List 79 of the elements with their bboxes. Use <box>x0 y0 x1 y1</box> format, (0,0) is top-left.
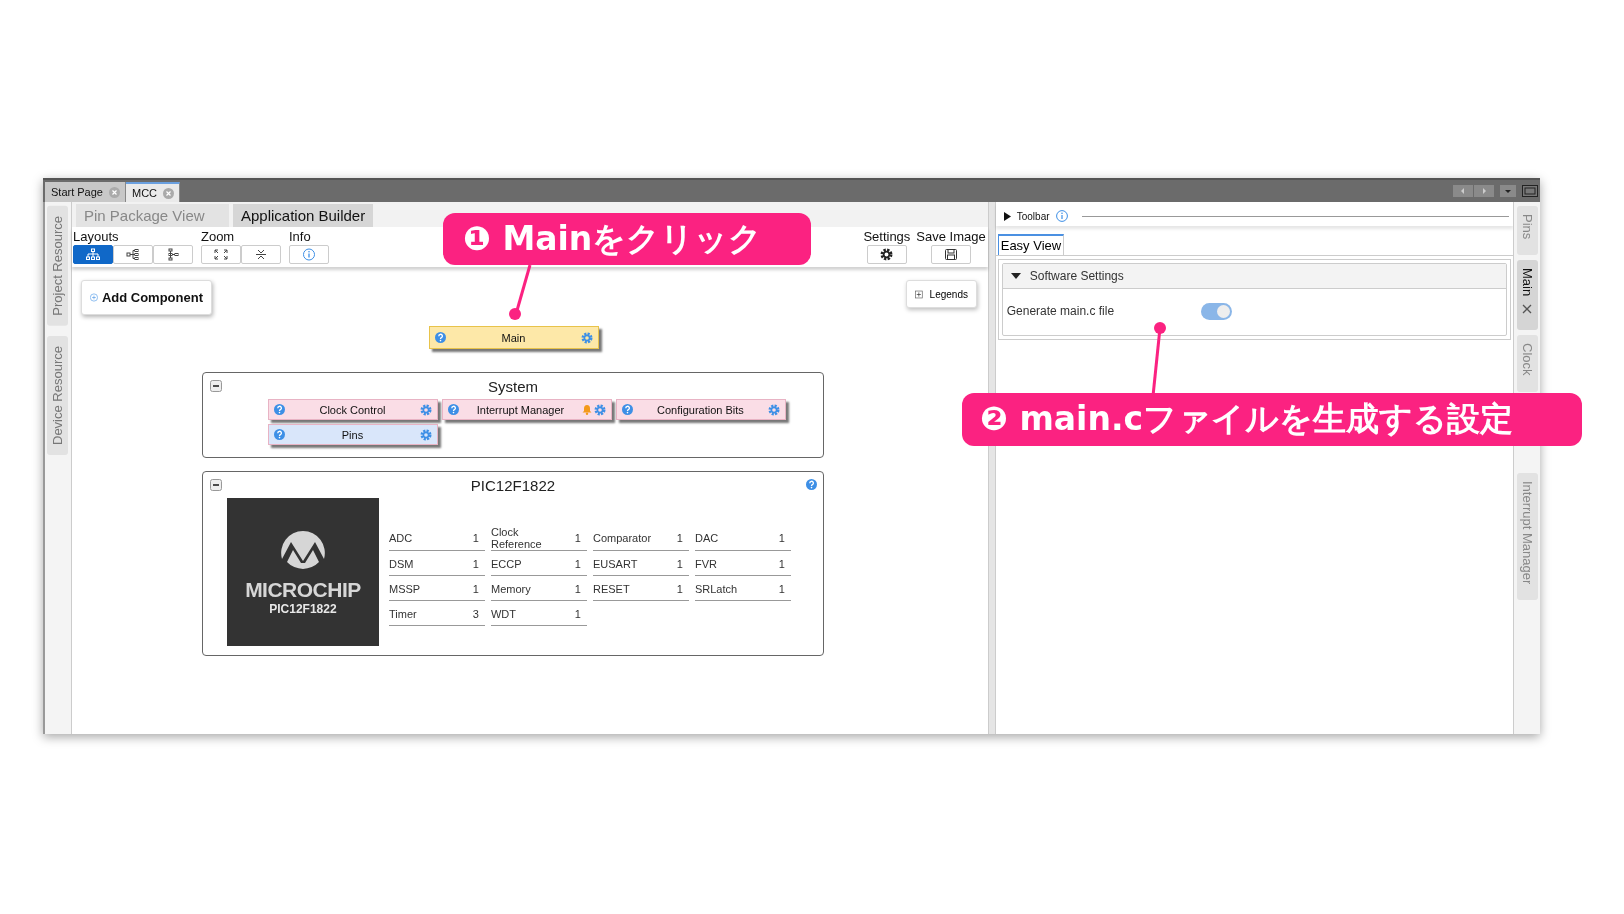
editor-tab[interactable]: Start Page <box>45 182 126 202</box>
peripheral-name: ECCP <box>490 558 523 570</box>
peripheral-count: 1 <box>778 558 785 570</box>
help-icon[interactable] <box>621 404 633 415</box>
settings-icon[interactable] <box>880 248 894 261</box>
editor-tab[interactable]: MCC <box>126 182 181 202</box>
leader-line <box>508 264 534 321</box>
close-icon[interactable] <box>163 187 175 199</box>
bell-icon <box>581 404 592 415</box>
group-label: Save Image <box>916 228 986 245</box>
close-icon[interactable] <box>109 186 120 198</box>
help-icon[interactable] <box>805 479 817 490</box>
expand-icon <box>914 288 923 300</box>
side-tab[interactable]: Main <box>1516 260 1538 331</box>
callout-label: ❷ main.cファイルを生成する設定 <box>962 393 1582 446</box>
close-icon[interactable] <box>1522 304 1532 315</box>
collapse-icon[interactable] <box>209 479 222 491</box>
maximize-icon[interactable] <box>1522 185 1538 197</box>
peripheral-name: Comparator <box>592 532 653 544</box>
help-icon[interactable] <box>273 404 285 415</box>
peripheral-count: 1 <box>472 558 479 570</box>
component-node[interactable]: Configuration Bits <box>615 399 786 420</box>
add-component-button[interactable]: Add Component <box>80 280 212 315</box>
view-tab[interactable]: Easy View <box>997 234 1065 255</box>
help-icon[interactable] <box>447 404 459 415</box>
peripheral-count: 1 <box>574 558 581 570</box>
side-tab[interactable]: Device Resource <box>47 335 69 455</box>
peripheral-name: EUSART <box>592 558 639 570</box>
peripheral-count: 1 <box>778 532 785 544</box>
legends-button[interactable]: Legends <box>905 280 977 308</box>
component-node[interactable]: Pins <box>267 424 438 445</box>
side-tab[interactable]: Project Resource <box>47 206 69 326</box>
setting-label: Generate main.c file <box>1006 304 1116 318</box>
toolbar-label: Toolbar <box>1016 210 1050 222</box>
view-tab[interactable]: Application Builder <box>232 204 374 227</box>
peripheral-name: RESET <box>592 583 631 595</box>
group-label: Info <box>288 228 311 245</box>
component-node[interactable]: Main <box>428 326 599 349</box>
peripheral-count: 1 <box>472 583 479 595</box>
peripheral-count: 1 <box>676 558 683 570</box>
peripheral-name: DSM <box>388 558 415 570</box>
help-icon[interactable] <box>273 429 285 440</box>
peripheral-count: 1 <box>676 583 683 595</box>
component-node[interactable]: Interrupt Manager <box>441 399 612 420</box>
peripheral-name: Memory <box>490 583 532 595</box>
info-icon <box>1055 210 1068 222</box>
peripheral-name: DAC <box>694 532 720 544</box>
collapsed-triangle-icon[interactable] <box>1003 211 1011 221</box>
collapse-icon[interactable] <box>209 380 222 392</box>
peripheral-name: WDT <box>490 608 517 620</box>
peripheral-count: 1 <box>574 583 581 595</box>
peripheral-count: 1 <box>574 532 581 544</box>
peripheral-count: 1 <box>472 532 479 544</box>
peripheral-count: 1 <box>676 532 683 544</box>
logo-text: MICROCHIP <box>245 578 361 602</box>
component-node[interactable]: Clock Control <box>267 399 438 420</box>
fit-screen-icon <box>211 248 230 261</box>
callout-label: ❶ Mainをクリック <box>443 213 811 265</box>
group-label: Zoom <box>200 228 235 245</box>
peripheral-name: MSSP <box>388 583 422 595</box>
peripheral-count: 3 <box>472 608 479 620</box>
toggle-switch[interactable] <box>1200 302 1232 320</box>
peripheral-name: Clock Reference <box>490 526 543 550</box>
peripheral-name: Timer <box>388 608 418 620</box>
peripheral-name: SRLatch <box>694 583 739 595</box>
peripheral-name: ADC <box>388 532 414 544</box>
group-label: Layouts <box>72 228 119 245</box>
panel-title: System <box>487 377 538 395</box>
group-label: Settings <box>863 228 911 245</box>
dropdown-icon[interactable] <box>1500 185 1516 197</box>
chip-label: PIC12F1822 <box>269 602 337 616</box>
peripheral-name: FVR <box>694 558 718 570</box>
peripheral-count: 1 <box>574 608 581 620</box>
hierarchy-icon <box>83 248 102 261</box>
peripheral-count: 1 <box>778 583 785 595</box>
tree-left-icon <box>123 248 142 261</box>
section-header[interactable]: Software Settings <box>1002 264 1507 289</box>
help-icon[interactable] <box>434 332 446 343</box>
panel-title: PIC12F1822 <box>470 476 556 494</box>
